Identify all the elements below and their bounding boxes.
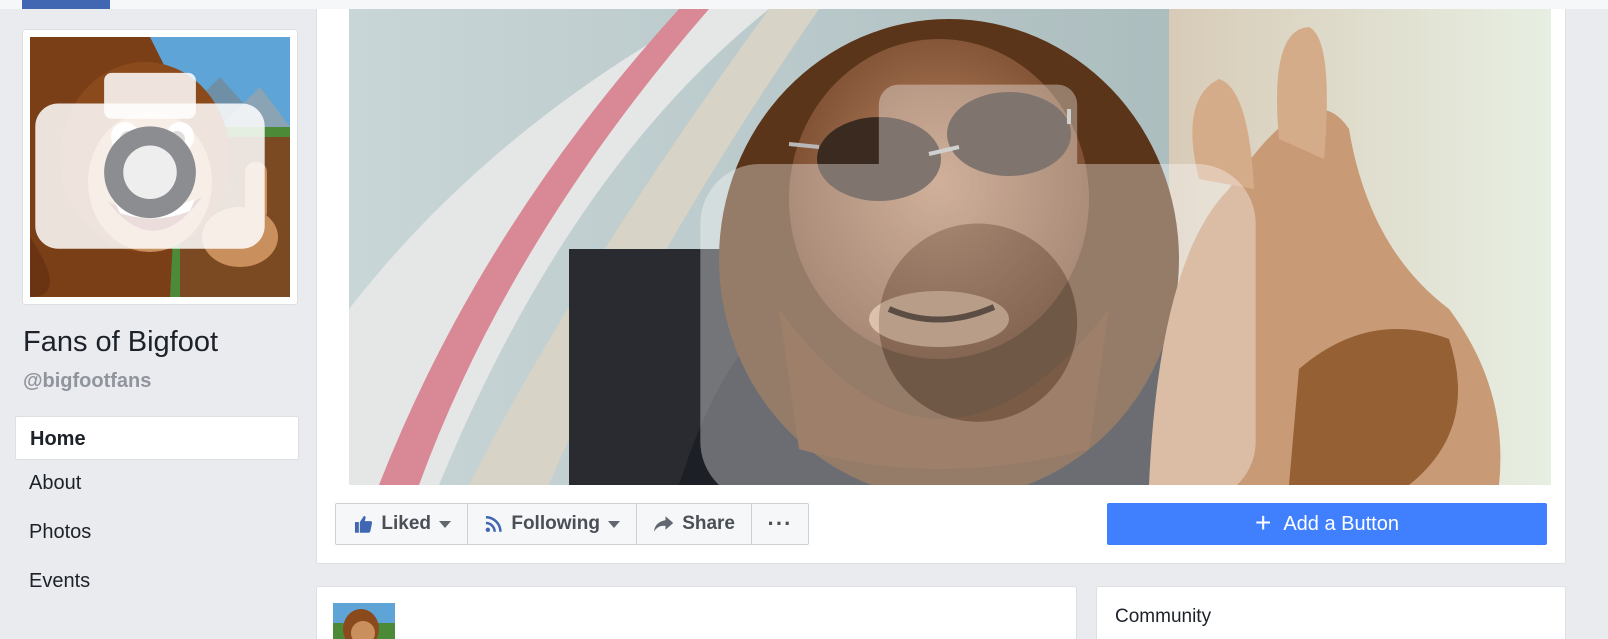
liked-label: Liked — [381, 513, 431, 534]
plus-icon: + — [1254, 506, 1272, 538]
community-title: Community — [1115, 606, 1212, 627]
following-label: Following — [511, 513, 600, 534]
bigfoot-avatar-image — [333, 603, 395, 639]
more-options-icon: ··· — [767, 511, 793, 536]
profile-picture-frame[interactable] — [22, 29, 298, 305]
thumbs-up-icon — [354, 516, 373, 533]
facebook-page: Fans of Bigfoot @bigfootfans Home About … — [0, 0, 1608, 639]
add-a-button-button[interactable]: + Add a Button — [1107, 503, 1547, 545]
nav-item-events[interactable]: Events — [15, 559, 299, 607]
share-button[interactable]: Share — [636, 503, 752, 545]
camera-icon[interactable] — [30, 37, 280, 287]
nav-item-about[interactable]: About — [15, 461, 299, 509]
cover-camera-icon[interactable] — [377, 45, 1551, 485]
page-username[interactable]: @bigfootfans — [23, 370, 151, 393]
profile-picture[interactable] — [30, 37, 290, 297]
share-arrow-icon — [653, 516, 674, 532]
rss-feed-icon — [485, 515, 502, 533]
chevron-down-icon — [439, 520, 451, 528]
liked-button[interactable]: Liked — [335, 503, 468, 545]
page-title: Fans of Bigfoot — [23, 326, 219, 358]
following-button[interactable]: Following — [467, 503, 637, 545]
create-post-card — [316, 586, 1077, 639]
active-tab-indicator — [22, 0, 110, 9]
chevron-down-icon — [608, 520, 620, 528]
share-label: Share — [682, 513, 735, 534]
top-nav-strip — [0, 0, 1608, 9]
community-card: Community — [1096, 586, 1566, 639]
nav-item-home[interactable]: Home — [15, 416, 299, 460]
post-avatar[interactable] — [333, 603, 395, 639]
more-options-button[interactable]: ··· — [751, 503, 809, 545]
cover-card: Liked Following Share ··· + Add a Button — [316, 9, 1566, 564]
nav-item-photos[interactable]: Photos — [15, 510, 299, 558]
page-nav: Home About Photos Events — [15, 416, 299, 608]
page-action-bar: Liked Following Share ··· — [335, 503, 809, 545]
add-a-button-label: Add a Button — [1283, 512, 1399, 535]
cover-photo[interactable] — [349, 9, 1551, 485]
